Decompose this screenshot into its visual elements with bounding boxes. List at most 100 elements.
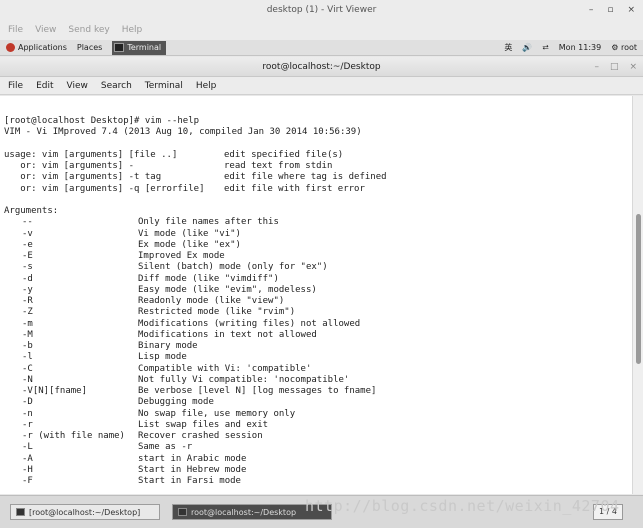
prompt-line: [root@localhost Desktop]# vim --help	[4, 116, 200, 126]
argument-desc: Not fully Vi compatible: 'nocompatible'	[138, 374, 350, 385]
input-method-indicator[interactable]: 英	[504, 42, 512, 53]
usage-cmd: or: vim [arguments] -q [errorfile]	[4, 183, 205, 194]
argument-desc: Compatible with Vi: 'compatible'	[138, 363, 312, 374]
argument-desc: Restricted mode (like "rvim")	[138, 307, 296, 318]
taskbar-item-label: root@localhost:~/Desktop	[191, 507, 297, 517]
argument-flag: -V[N][fname]	[22, 386, 88, 396]
argument-flag: -F	[22, 476, 33, 486]
terminal-scrollbar[interactable]	[632, 96, 643, 494]
window-title-bar: desktop (1) - Virt Viewer	[0, 0, 643, 20]
argument-flag: -s	[22, 262, 33, 273]
argument-desc: List swap files and exit	[138, 419, 269, 430]
argument-flag: -v	[22, 228, 33, 239]
argument-desc: Vi mode (like "vi")	[138, 228, 241, 239]
argument-row: -s Silent (batch) mode (only for "ex")	[4, 262, 632, 273]
menu-help[interactable]: Help	[122, 20, 143, 40]
terminal-menu-terminal[interactable]: Terminal	[145, 77, 183, 94]
argument-flag: -l	[22, 352, 33, 363]
distro-logo-icon	[6, 43, 15, 52]
terminal-menu-view[interactable]: View	[67, 77, 88, 94]
usage-cmd: usage: vim [arguments] [file ..]	[4, 149, 178, 160]
argument-flag: -H	[22, 464, 33, 475]
clock[interactable]: Mon 11:39	[559, 43, 601, 52]
argument-row: -N Not fully Vi compatible: 'nocompatible…	[4, 375, 632, 386]
active-app-indicator[interactable]: Terminal	[112, 40, 167, 55]
menu-file[interactable]: File	[8, 20, 23, 40]
scrollbar-thumb[interactable]	[636, 214, 641, 364]
active-app-label: Terminal	[127, 43, 162, 52]
usage-cmd: or: vim [arguments] -t tag	[4, 172, 162, 183]
arguments-header: Arguments:	[4, 206, 59, 216]
argument-row: -y Easy mode (like "evim", modeless)	[4, 285, 632, 296]
argument-row: -n No swap file, use memory only	[4, 409, 632, 420]
terminal-maximize-button[interactable]: □	[610, 57, 619, 77]
terminal-close-button[interactable]: ×	[629, 57, 637, 77]
argument-desc: Start in Hebrew mode	[138, 464, 247, 475]
applications-menu[interactable]: Applications	[6, 43, 67, 52]
terminal-menubar: File Edit View Search Terminal Help	[0, 77, 643, 95]
argument-row: -r List swap files and exit	[4, 420, 632, 431]
arguments-list: -- Only file names after this -v Vi mode (l…	[4, 217, 632, 487]
watermark-text: http://blog.csdn.net/weixin_42704	[305, 497, 620, 515]
terminal-output[interactable]: [root@localhost Desktop]# vim --help VIM…	[0, 96, 632, 494]
argument-row: -L Same as -r	[4, 442, 632, 453]
argument-row: -V[N][fname] Be verbose [level N] [log me…	[4, 386, 632, 397]
argument-desc: Modifications in text not allowed	[138, 329, 317, 340]
terminal-icon	[16, 508, 25, 516]
terminal-menu-file[interactable]: File	[8, 77, 23, 94]
argument-flag: -C	[22, 363, 33, 374]
menu-send-key[interactable]: Send key	[68, 20, 109, 40]
applications-label: Applications	[18, 43, 67, 52]
argument-flag: -M	[22, 329, 33, 340]
taskbar-item-terminal-1[interactable]: [root@localhost:~/Desktop]	[10, 504, 160, 520]
argument-row: -E Improved Ex mode	[4, 251, 632, 262]
close-button[interactable]: ×	[627, 5, 635, 15]
window-title: desktop (1) - Virt Viewer	[266, 5, 377, 15]
argument-flag: -N	[22, 374, 33, 385]
argument-desc: Only file names after this	[138, 217, 279, 228]
volume-icon[interactable]: 🔊	[522, 43, 532, 52]
argument-desc: Binary mode	[138, 341, 198, 351]
argument-row: -R Readonly mode (like "view")	[4, 296, 632, 307]
argument-desc: Debugging mode	[138, 397, 214, 408]
argument-desc: Improved Ex mode	[138, 251, 225, 261]
argument-flag: -Z	[22, 307, 33, 318]
argument-desc: Easy mode (like "evim", modeless)	[138, 284, 317, 295]
network-icon[interactable]: ⮂	[542, 43, 548, 53]
usage-desc: read text from stdin	[224, 161, 333, 171]
version-line: VIM - Vi IMproved 7.4 (2013 Aug 10, comp…	[4, 127, 362, 138]
usage-desc: edit file with first error	[224, 183, 365, 194]
argument-row: -d Diff mode (like "vimdiff")	[4, 274, 632, 285]
window-controls: – ▫ ×	[589, 0, 635, 20]
terminal-title-bar: root@localhost:~/Desktop – □ ×	[0, 57, 643, 77]
argument-desc: Lisp mode	[138, 352, 187, 363]
usage-desc: edit specified file(s)	[224, 149, 344, 160]
places-menu[interactable]: Places	[77, 43, 102, 52]
menu-view[interactable]: View	[35, 20, 56, 40]
argument-flag: -y	[22, 284, 33, 295]
argument-flag: -b	[22, 341, 33, 351]
argument-flag: -L	[22, 442, 33, 453]
argument-flag: -D	[22, 397, 33, 408]
usage-row: or: vim [arguments] - read text from stdi…	[4, 161, 632, 172]
argument-row: -F Start in Farsi mode	[4, 476, 632, 487]
argument-desc: Silent (batch) mode (only for "ex")	[138, 262, 328, 273]
terminal-menu-help[interactable]: Help	[196, 77, 217, 94]
terminal-minimize-button[interactable]: –	[594, 57, 599, 77]
argument-desc: Readonly mode (like "view")	[138, 296, 285, 306]
argument-desc: Start in Farsi mode	[138, 476, 241, 486]
terminal-menu-search[interactable]: Search	[101, 77, 132, 94]
minimize-button[interactable]: –	[589, 5, 594, 15]
argument-row: -D Debugging mode	[4, 397, 632, 408]
usage-row: or: vim [arguments] -t tag edit file wher…	[4, 172, 632, 183]
usage-cmd: or: vim [arguments] -	[4, 161, 135, 171]
viewer-menubar: File View Send key Help	[0, 20, 643, 40]
argument-row: -e Ex mode (like "ex")	[4, 240, 632, 251]
terminal-menu-edit[interactable]: Edit	[36, 77, 53, 94]
argument-row: -C Compatible with Vi: 'compatible'	[4, 364, 632, 375]
argument-flag: -d	[22, 273, 33, 284]
argument-desc: Same as -r	[138, 442, 193, 453]
maximize-button[interactable]: ▫	[607, 5, 613, 15]
usage-row: usage: vim [arguments] [file ..] edit spe…	[4, 150, 632, 161]
user-menu[interactable]: ⚙ root	[611, 43, 637, 52]
